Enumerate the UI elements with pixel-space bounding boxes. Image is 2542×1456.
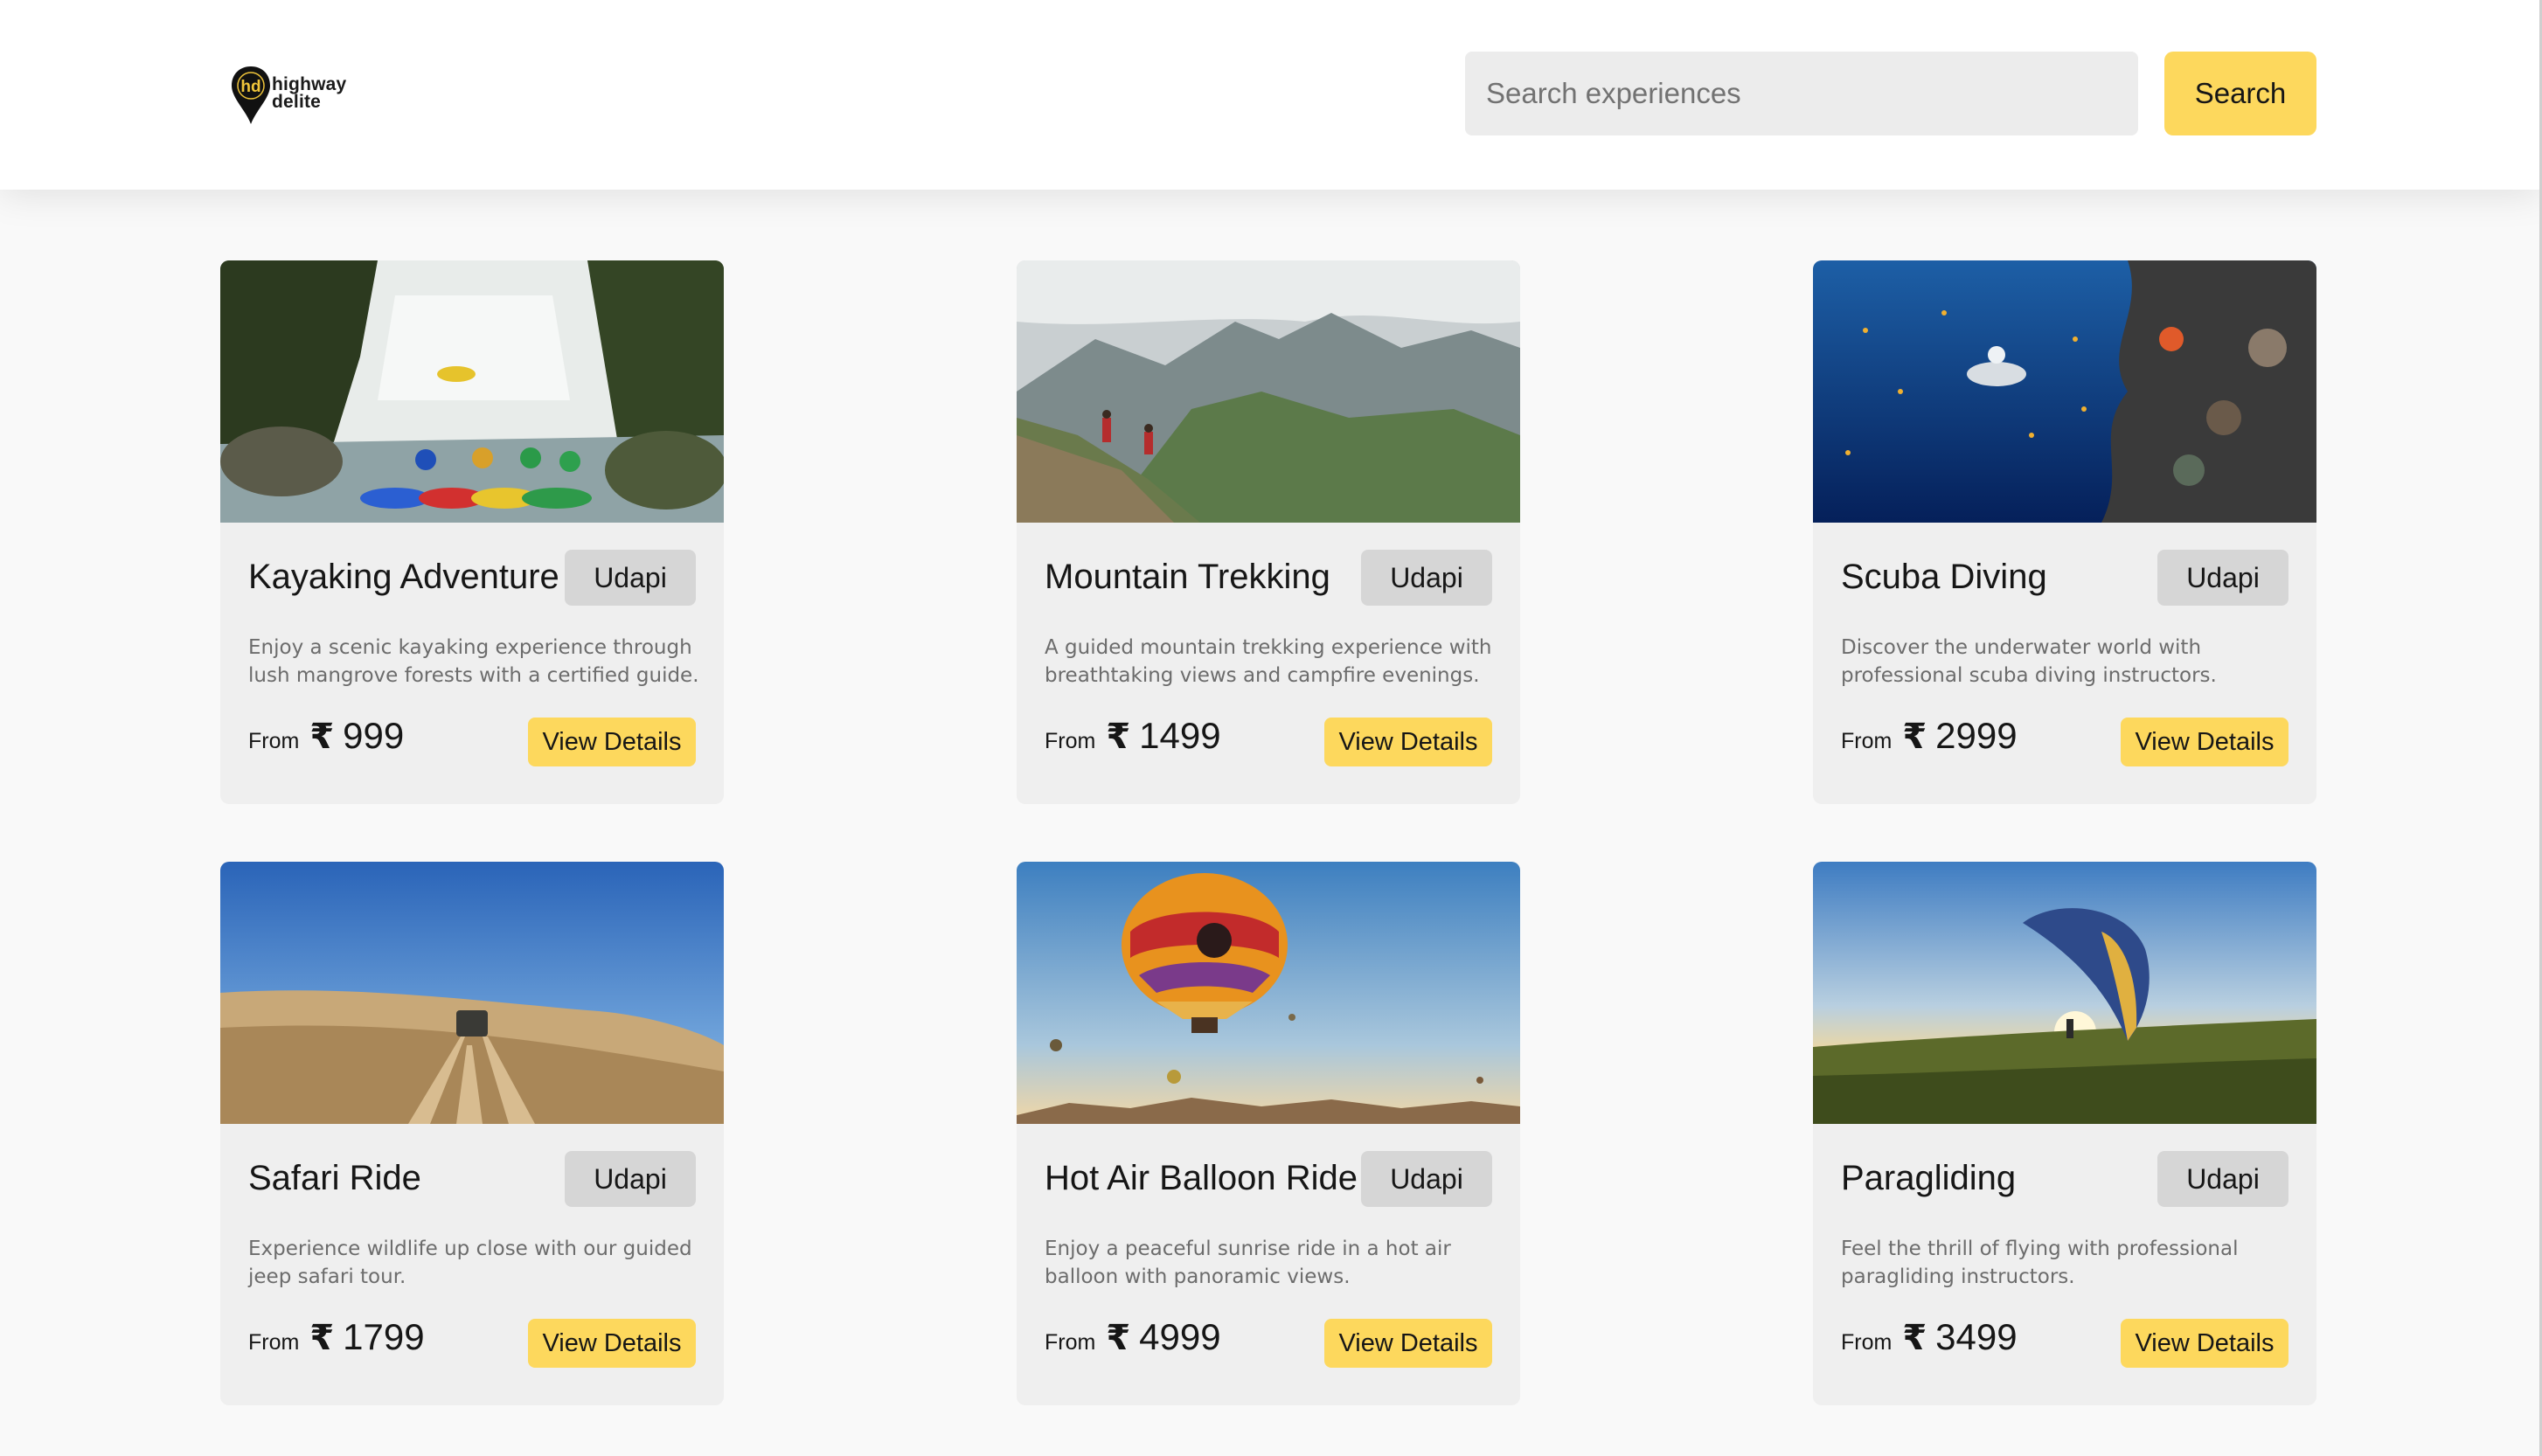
rupee-icon: ₹ [1902,1319,1927,1357]
experience-image-trekking [1017,260,1520,523]
experience-image-kayaking [220,260,724,523]
price-from-label: From [248,729,300,753]
experience-image-paragliding [1813,862,2316,1124]
experience-card-scuba[interactable]: Scuba Diving Udapi Discover the underwat… [1813,260,2316,804]
location-badge: Udapi [565,1151,696,1207]
experience-title: Scuba Diving [1841,558,2047,596]
view-details-button[interactable]: View Details [2121,1319,2288,1368]
experience-description: Enjoy a scenic kayaking experience throu… [248,636,699,687]
price-value: 999 [343,715,405,756]
location-badge: Udapi [1361,1151,1492,1207]
experience-image-balloon [1017,862,1520,1124]
brand-line-2: delite [272,92,322,112]
price-from-label: From [248,1330,300,1355]
brand-name: highway delite [272,74,347,112]
experience-card-kayaking[interactable]: Kayaking Adventure Udapi Enjoy a scenic … [220,260,724,804]
price-value: 4999 [1139,1316,1221,1357]
experience-image-safari [220,862,724,1124]
location-badge: Udapi [1361,550,1492,606]
map-pin-logo-icon: hd [232,66,270,124]
brand-logo[interactable]: hd highway delite [230,65,361,126]
price-value: 1799 [343,1316,425,1357]
experience-card-balloon[interactable]: Hot Air Balloon Ride Udapi Enjoy a peace… [1017,862,1520,1405]
experience-description: A guided mountain trekking experience wi… [1045,636,1492,687]
price-value: 1499 [1139,715,1221,756]
rupee-icon: ₹ [1106,718,1131,756]
location-badge: Udapi [2157,1151,2288,1207]
price-value: 3499 [1935,1316,2018,1357]
experience-card-trekking[interactable]: Mountain Trekking Udapi A guided mountai… [1017,260,1520,804]
experience-description: Feel the thrill of flying with professio… [1841,1238,2239,1288]
view-details-button[interactable]: View Details [528,1319,696,1368]
experience-card-paragliding[interactable]: Paragliding Udapi Feel the thrill of fly… [1813,862,2316,1405]
rupee-icon: ₹ [1902,718,1927,756]
price-from-label: From [1841,729,1893,753]
experience-description: Experience wildlife up close with our gu… [248,1238,692,1288]
view-details-button[interactable]: View Details [528,718,696,766]
price-block: From ₹ 1799 [248,1316,425,1369]
experience-title: Safari Ride [248,1159,421,1197]
location-badge: Udapi [2157,550,2288,606]
search-button[interactable]: Search [2164,52,2316,135]
price-block: From ₹ 1499 [1045,715,1221,767]
experience-image-scuba [1813,260,2316,523]
price-block: From ₹ 999 [248,715,404,767]
experience-title: Kayaking Adventure [248,558,559,596]
price-block: From ₹ 3499 [1841,1316,2018,1369]
experience-description: Enjoy a peaceful sunrise ride in a hot a… [1045,1238,1451,1288]
view-details-button[interactable]: View Details [2121,718,2288,766]
experience-title: Paragliding [1841,1159,2017,1197]
experience-description: Discover the underwater world with profe… [1841,636,2217,687]
experience-title: Hot Air Balloon Ride [1045,1159,1358,1197]
price-from-label: From [1045,1330,1096,1355]
rupee-icon: ₹ [309,718,335,756]
location-badge: Udapi [565,550,696,606]
brand-line-1: highway [272,74,347,94]
search-input[interactable] [1465,52,2138,135]
logo-mark-text: hd [240,78,260,96]
rupee-icon: ₹ [309,1319,335,1357]
view-details-button[interactable]: View Details [1324,718,1492,766]
price-value: 2999 [1935,715,2018,756]
price-from-label: From [1841,1330,1893,1355]
view-details-button[interactable]: View Details [1324,1319,1492,1368]
price-block: From ₹ 2999 [1841,715,2018,767]
price-from-label: From [1045,729,1096,753]
experience-title: Mountain Trekking [1045,558,1330,596]
price-block: From ₹ 4999 [1045,1316,1221,1369]
rupee-icon: ₹ [1106,1319,1131,1357]
top-nav: hd highway delite Search [0,0,2542,190]
experience-card-safari[interactable]: Safari Ride Udapi Experience wildlife up… [220,862,724,1405]
